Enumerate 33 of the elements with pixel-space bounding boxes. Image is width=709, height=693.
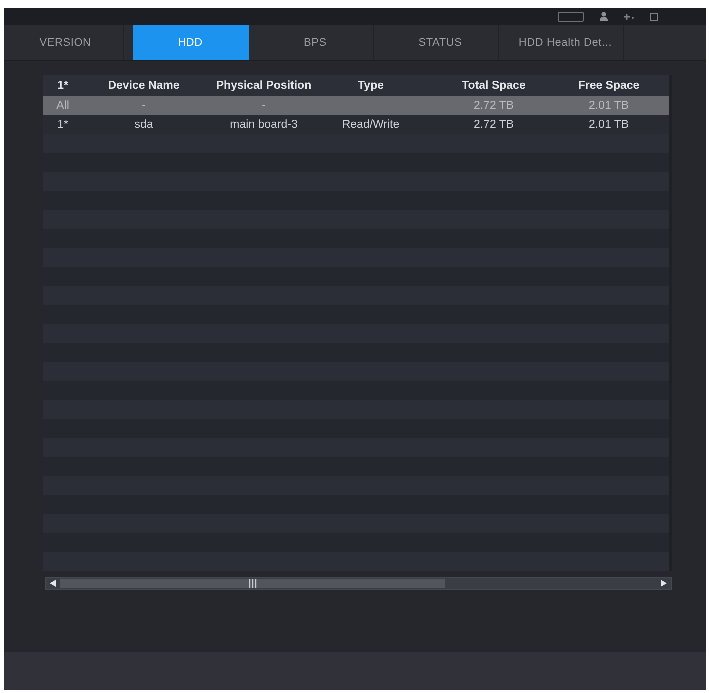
table-cell-text: - [141,100,147,112]
column-header: Total Space [461,80,527,92]
right-arrow-icon[interactable] [661,580,667,587]
column-header: Device Name [107,80,181,92]
tab[interactable]: HDD Health Det... [508,25,624,60]
column-header: Free Space [577,80,641,92]
scrollbar-thumb[interactable] [60,579,445,588]
table-cell-text: 1* [56,118,70,130]
tab[interactable]: STATUS [383,25,499,60]
column-header: Type [357,80,385,92]
square-icon[interactable] [650,12,658,20]
box-icon[interactable] [558,12,584,22]
table-cell-text: All [56,100,70,112]
table-row[interactable]: All - - 2.72 TB 2.01 TB [43,96,669,115]
table-cell-text: Read/Write [341,118,401,130]
column-header: Physical Position [215,80,313,92]
tab[interactable]: BPS [258,25,374,60]
table-cell-text: 2.01 TB [588,118,630,130]
table-cell-text: - [261,100,267,112]
grip-icon [248,579,256,588]
table-cell-text: main board-3 [229,118,299,130]
table-cell-text: 2.72 TB [472,118,516,130]
table-row[interactable]: 1* sda main board-3 Read/Write 2.72 TB 2.01 TB [43,115,669,134]
left-arrow-icon[interactable] [50,580,56,587]
user-icon[interactable] [600,12,608,21]
plus-icon[interactable] [624,12,634,20]
table-cell-text: 2.01 TB [588,100,630,112]
tab[interactable]: HDD [133,25,249,60]
column-header: 1* [56,80,70,92]
tab[interactable]: VERSION [8,25,124,60]
horizontal-scrollbar[interactable] [45,577,672,590]
table-cell-text: sda [134,118,154,130]
table-cell-text: 2.72 TB [472,100,516,112]
